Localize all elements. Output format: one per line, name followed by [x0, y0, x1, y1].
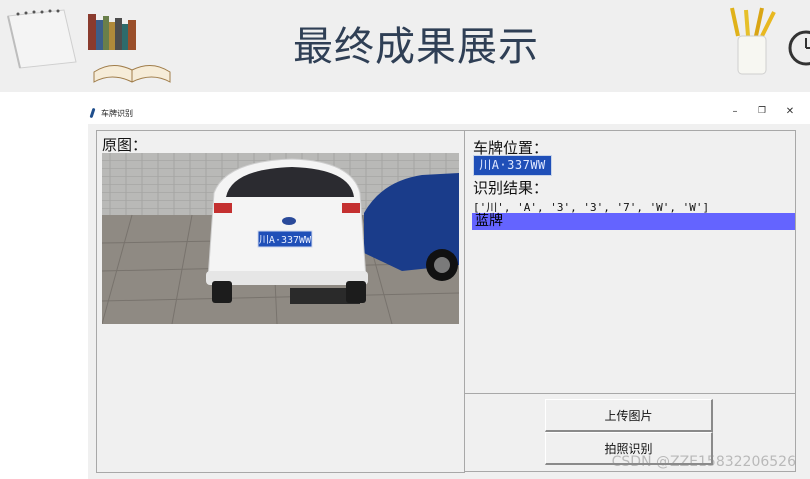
pencil-cup-icon — [730, 7, 776, 75]
watermark: CSDN @ZZE15832206526 — [611, 454, 796, 470]
plate-color-bar: 蓝牌 — [472, 213, 795, 230]
close-button[interactable]: ✕ — [780, 106, 800, 117]
original-label: 原图： — [102, 136, 148, 154]
alarm-clock-icon — [788, 30, 810, 66]
title-bar: 车牌识别 – ❐ ✕ — [88, 104, 810, 124]
window-title: 车牌识别 — [101, 109, 133, 118]
result-label: 识别结果： — [473, 179, 549, 197]
plate-crop: 川A·337WW — [473, 155, 552, 176]
app-window: 车牌识别 – ❐ ✕ 原图： 川A·337WW 车牌位置： 川A·337WW 识… — [88, 104, 810, 479]
result-frame: 车牌位置： 川A·337WW 识别结果： ['川', 'A', '3', '3'… — [464, 130, 796, 394]
original-photo: 川A·337WW — [102, 153, 459, 324]
feather-icon — [89, 107, 96, 119]
plate-color-text: 蓝牌 — [475, 213, 503, 229]
banner: 最终成果展示 — [0, 0, 810, 92]
minimize-button[interactable]: – — [725, 106, 745, 117]
banner-title: 最终成果展示 — [293, 24, 539, 70]
original-image-frame: 原图： 川A·337WW — [96, 130, 465, 473]
upload-image-button[interactable]: 上传图片 — [545, 399, 713, 432]
photo-plate-text: 川A·337WW — [259, 235, 312, 246]
restore-button[interactable]: ❐ — [752, 106, 772, 116]
